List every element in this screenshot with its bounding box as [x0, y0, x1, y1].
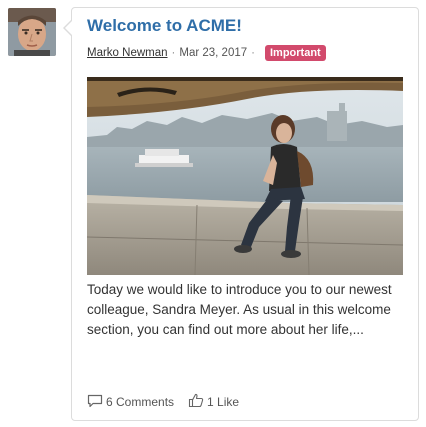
meta-separator: · [251, 47, 255, 59]
comments-count: 6 Comments [106, 395, 175, 409]
author-link[interactable]: Marko Newman [87, 47, 168, 59]
news-post-card: Welcome to ACME! Marko Newman · Mar 23, … [71, 7, 419, 421]
likes-count: 1 Like [207, 395, 240, 409]
author-avatar[interactable] [8, 8, 56, 56]
post-date: Mar 23, 2017 [179, 47, 248, 59]
like-button[interactable]: 1 Like [188, 393, 239, 411]
post-image[interactable] [87, 77, 403, 275]
comments-button[interactable]: 6 Comments [87, 394, 174, 411]
meta-separator: · [171, 47, 176, 59]
post-meta: Marko Newman · Mar 23, 2017 · Important [87, 44, 326, 62]
comment-icon [87, 394, 106, 411]
post-title[interactable]: Welcome to ACME! [87, 16, 242, 36]
thumbs-up-icon [188, 393, 207, 411]
post-actions: 6 Comments 1 Like [87, 393, 239, 411]
card-pointer-fill [65, 21, 72, 35]
post-excerpt: Today we would like to introduce you to … [87, 282, 392, 337]
important-badge: Important [264, 45, 326, 61]
